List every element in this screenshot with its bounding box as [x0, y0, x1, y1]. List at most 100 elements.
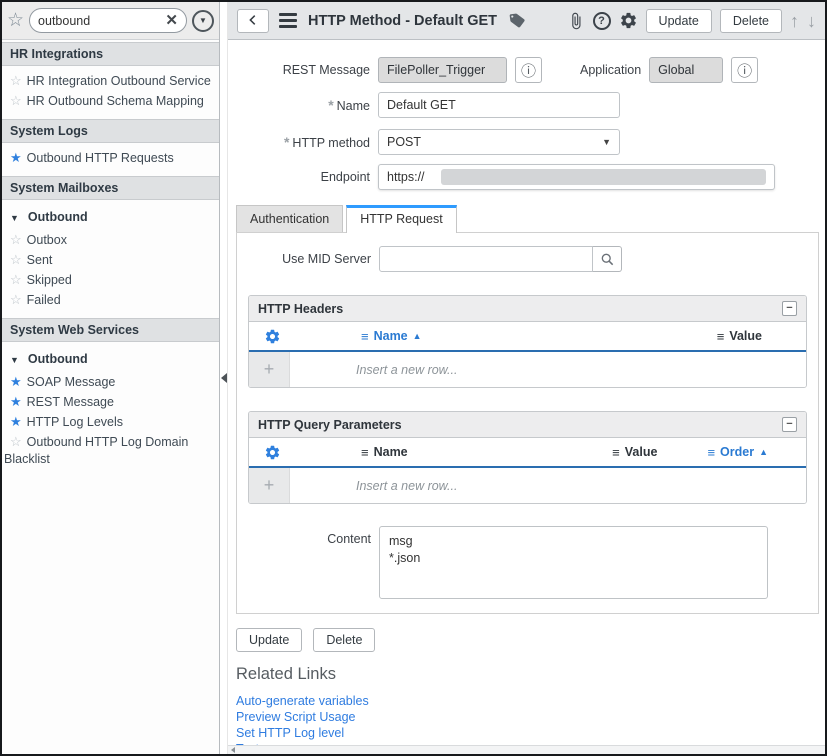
favorite-star-filled-icon[interactable]: ★	[10, 414, 22, 429]
update-button-footer[interactable]: Update	[236, 628, 302, 652]
http-query-parameters-title-bar: HTTP Query Parameters −	[249, 412, 806, 438]
horizontal-scrollbar[interactable]	[228, 745, 825, 754]
favorite-star-filled-icon[interactable]: ★	[10, 394, 22, 409]
delete-button-footer[interactable]: Delete	[313, 628, 375, 652]
reference-lookup-icon[interactable]	[593, 246, 622, 272]
use-mid-server-row: Use MID Server	[237, 246, 818, 272]
http-headers-section: HTTP Headers − ≡Name▲ ≡Value + Insert a …	[248, 295, 807, 388]
group-outbound-web-services[interactable]: ▼Outbound	[2, 347, 219, 372]
sidebar-item-failed[interactable]: ☆Failed	[2, 290, 219, 310]
sidebar-item-sent[interactable]: ☆Sent	[2, 250, 219, 270]
tag-icon[interactable]	[508, 11, 527, 30]
column-menu-icon[interactable]: ≡	[612, 445, 620, 460]
app-window: ☆ ✕ ▼ HR Integrations ☆HR Integration Ou…	[0, 0, 827, 756]
scroll-left-arrow-icon[interactable]	[231, 747, 235, 753]
rest-message-field[interactable]	[378, 57, 507, 83]
sidebar-item-outbound-http-requests[interactable]: ★Outbound HTTP Requests	[2, 148, 219, 168]
navigator-menu-toggle-button[interactable]: ▼	[192, 10, 214, 32]
query-parameters-column-header-row: ≡Name ≡Value ≡Order▲	[249, 438, 806, 468]
section-hr-integrations: HR Integrations	[2, 42, 219, 66]
sidebar-collapse-handle-icon[interactable]	[221, 373, 227, 383]
delete-button-header[interactable]: Delete	[720, 9, 782, 33]
help-icon[interactable]: ?	[593, 12, 611, 30]
sort-ascending-icon: ▲	[413, 331, 422, 341]
name-field[interactable]	[378, 92, 620, 118]
navigator-search-pill: ✕	[29, 8, 187, 33]
related-link-preview-script-usage[interactable]: Preview Script Usage	[236, 709, 825, 725]
favorite-star-icon[interactable]: ☆	[10, 252, 22, 267]
clear-search-icon[interactable]: ✕	[165, 13, 178, 28]
insert-new-row-cell[interactable]: Insert a new row...	[356, 352, 457, 387]
related-link-set-http-log-level[interactable]: Set HTTP Log level	[236, 725, 825, 741]
sidebar-item-outbound-http-log-domain-blacklist[interactable]: ☆Outbound HTTP Log Domain Blacklist	[2, 432, 219, 469]
favorite-star-icon[interactable]: ☆	[10, 232, 22, 247]
column-header-name[interactable]: ≡Name	[361, 445, 408, 460]
endpoint-redaction-overlay	[441, 169, 766, 185]
sidebar-item-skipped[interactable]: ☆Skipped	[2, 270, 219, 290]
http-method-select[interactable]: POST ▼	[378, 129, 620, 155]
column-header-name[interactable]: ≡Name▲	[361, 329, 422, 344]
related-link-auto-generate-variables[interactable]: Auto-generate variables	[236, 693, 825, 709]
attachment-paperclip-icon[interactable]	[567, 12, 585, 30]
http-headers-title: HTTP Headers	[258, 302, 343, 316]
chevron-down-icon: ▼	[10, 213, 19, 223]
favorite-star-icon[interactable]: ☆	[10, 272, 22, 287]
sidebar-item-label: HTTP Log Levels	[27, 415, 123, 429]
favorites-filter-star-icon[interactable]: ☆	[7, 11, 24, 30]
section-system-logs: System Logs	[2, 119, 219, 143]
application-info-icon[interactable]: ⓘ	[731, 57, 758, 83]
favorite-star-icon[interactable]: ☆	[10, 73, 22, 88]
tab-authentication[interactable]: Authentication	[236, 205, 343, 232]
form-tabs: Authentication HTTP Request	[236, 205, 825, 232]
favorite-star-filled-icon[interactable]: ★	[10, 374, 22, 389]
sidebar-item-hr-integration-outbound-service[interactable]: ☆HR Integration Outbound Service	[2, 71, 219, 91]
form-body: REST Message ⓘ Application ⓘ *Name *HTTP…	[228, 40, 825, 754]
navigator-search-input[interactable]	[38, 14, 161, 28]
favorite-star-icon[interactable]: ☆	[10, 93, 22, 108]
update-button-header[interactable]: Update	[646, 9, 712, 33]
column-header-order[interactable]: ≡Order▲	[707, 445, 768, 460]
sidebar-item-rest-message[interactable]: ★REST Message	[2, 392, 219, 412]
list-settings-gear-icon[interactable]	[249, 444, 295, 461]
column-menu-icon[interactable]: ≡	[707, 445, 715, 460]
content-row: Content msg *.json	[237, 526, 818, 599]
sidebar-item-soap-message[interactable]: ★ SOAP Message	[2, 372, 219, 392]
next-record-arrow-icon[interactable]: ↓	[807, 12, 816, 30]
sidebar-item-label: SOAP Message	[27, 375, 116, 389]
form-footer-buttons: Update Delete	[236, 628, 825, 652]
collapse-section-icon[interactable]: −	[782, 417, 797, 432]
column-menu-icon[interactable]: ≡	[361, 329, 369, 344]
back-button[interactable]	[237, 9, 269, 33]
column-header-value[interactable]: ≡Value	[717, 329, 762, 344]
add-row-plus-icon[interactable]: +	[249, 352, 290, 387]
previous-record-arrow-icon[interactable]: ↑	[790, 12, 799, 30]
rest-message-info-icon[interactable]: ⓘ	[515, 57, 542, 83]
sidebar-resize-divider[interactable]	[220, 2, 228, 754]
sidebar-item-http-log-levels[interactable]: ★ HTTP Log Levels	[2, 412, 219, 432]
sidebar-item-hr-outbound-schema-mapping[interactable]: ☆HR Outbound Schema Mapping	[2, 91, 219, 111]
use-mid-server-field[interactable]	[379, 246, 593, 272]
column-header-value[interactable]: ≡Value	[612, 445, 657, 460]
column-menu-icon[interactable]: ≡	[717, 329, 725, 344]
name-row: *Name	[228, 92, 825, 118]
sidebar-item-outbox[interactable]: ☆Outbox	[2, 230, 219, 250]
favorite-star-icon[interactable]: ☆	[10, 292, 22, 307]
section-system-logs-items: ★Outbound HTTP Requests	[2, 143, 219, 174]
tab-http-request[interactable]: HTTP Request	[346, 205, 456, 233]
group-outbound-mailboxes[interactable]: ▼Outbound	[2, 205, 219, 230]
required-icon: *	[328, 97, 333, 113]
collapse-section-icon[interactable]: −	[782, 301, 797, 316]
content-textarea[interactable]: msg *.json	[379, 526, 768, 599]
form-context-menu-icon[interactable]	[279, 13, 297, 28]
favorite-star-filled-icon[interactable]: ★	[10, 150, 22, 165]
http-headers-title-bar: HTTP Headers −	[249, 296, 806, 322]
application-field[interactable]	[649, 57, 723, 83]
favorite-star-icon[interactable]: ☆	[10, 434, 22, 449]
add-row-plus-icon[interactable]: +	[249, 468, 290, 503]
personalize-gear-icon[interactable]	[619, 11, 638, 30]
column-menu-icon[interactable]: ≡	[361, 445, 369, 460]
insert-new-row-cell[interactable]: Insert a new row...	[356, 468, 457, 503]
list-settings-gear-icon[interactable]	[249, 328, 295, 345]
section-system-mailboxes: System Mailboxes	[2, 176, 219, 200]
related-links-section: Related Links Auto-generate variables Pr…	[236, 665, 825, 754]
